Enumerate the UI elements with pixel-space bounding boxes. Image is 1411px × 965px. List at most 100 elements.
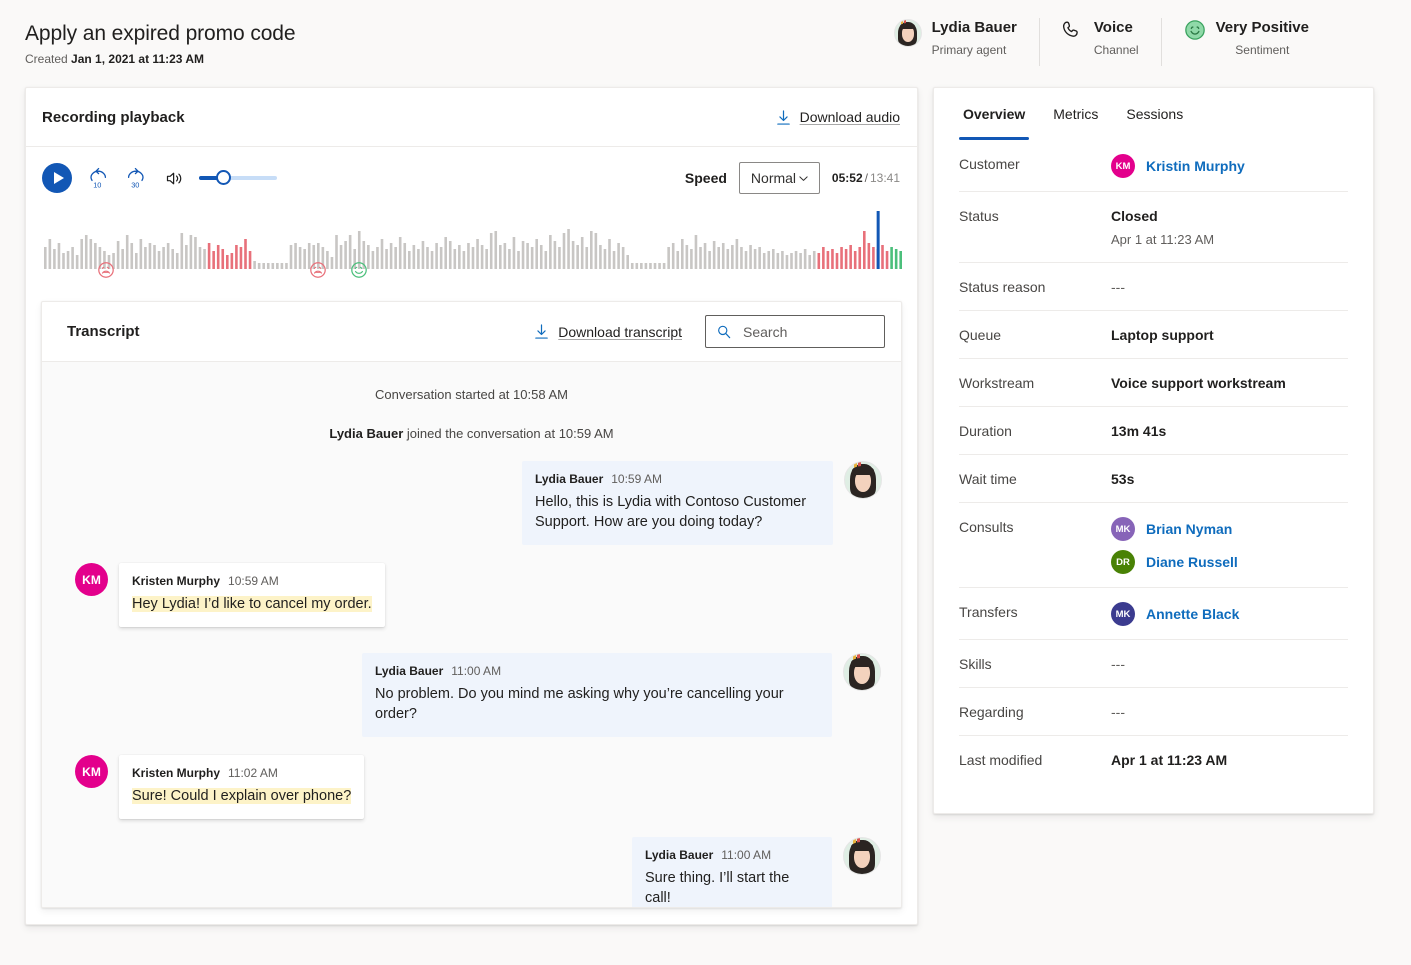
person-list: MK Annette Black: [1111, 602, 1239, 626]
detail-value: Closed: [1111, 206, 1214, 226]
person-item[interactable]: MK Annette Black: [1111, 602, 1239, 626]
play-button[interactable]: [42, 163, 72, 193]
detail-value: 13m 41s: [1111, 421, 1166, 441]
detail-value-wrap: ClosedApr 1 at 11:23 AM: [1111, 206, 1214, 249]
search-icon: [716, 324, 732, 340]
smiley-sad-icon[interactable]: [97, 261, 115, 279]
volume-icon[interactable]: [164, 168, 185, 189]
download-audio-label: Download audio: [800, 109, 900, 125]
sentiment-markers: [42, 261, 902, 283]
page-header: Apply an expired promo code Created Jan …: [0, 0, 1411, 84]
person-item[interactable]: DR Diane Russell: [1111, 550, 1238, 574]
person-name-link[interactable]: Annette Black: [1146, 606, 1239, 622]
detail-value: ---: [1111, 654, 1125, 674]
recording-title: Recording playback: [42, 109, 185, 126]
tab-metrics[interactable]: Metrics: [1049, 106, 1102, 140]
created-line: Created Jan 1, 2021 at 11:23 AM: [25, 51, 295, 67]
person-item[interactable]: KM Kristin Murphy: [1111, 154, 1245, 178]
message-text: Sure thing. I’ll start the call!: [645, 868, 819, 908]
person-name-link[interactable]: Brian Nyman: [1146, 521, 1232, 537]
avatar: DR: [1111, 550, 1135, 574]
message-header: Lydia Bauer10:59 AM: [535, 471, 820, 487]
message-bubble: Lydia Bauer10:59 AM Hello, this is Lydia …: [522, 461, 833, 545]
message-author: Kristen Murphy: [132, 766, 220, 780]
message-author: Lydia Bauer: [535, 472, 603, 486]
title-block: Apply an expired promo code Created Jan …: [25, 20, 295, 67]
transcript-message-agent: Lydia Bauer11:00 AMSure thing. I’ll star…: [42, 837, 901, 908]
detail-value-wrap: Apr 1 at 11:23 AM: [1111, 750, 1227, 770]
rewind-10-button[interactable]: 10: [86, 166, 110, 190]
message-text-wrap: Sure! Could I explain over phone?: [132, 786, 351, 806]
detail-label: Skills: [959, 654, 1111, 674]
channel-value: Voice: [1094, 18, 1139, 38]
detail-label: Consults: [959, 517, 1111, 537]
speed-select[interactable]: Normal: [739, 162, 820, 194]
waveform[interactable]: [42, 209, 902, 269]
transcript-search-box[interactable]: [705, 315, 885, 348]
detail-row-consults: ConsultsMK Brian Nyman DR Diane Russell: [959, 503, 1348, 588]
search-input[interactable]: [741, 323, 861, 341]
transcript-panel: Transcript Download transcript: [41, 301, 902, 908]
join-text: joined the conversation at 10:59 AM: [407, 426, 614, 441]
details-tabs: Overview Metrics Sessions: [934, 88, 1373, 140]
download-transcript-button[interactable]: Download transcript: [534, 323, 682, 340]
recording-playback-panel: Recording playback Download audio 10: [25, 87, 918, 925]
download-icon: [534, 323, 549, 340]
detail-row-regarding: Regarding---: [959, 688, 1348, 736]
details-panel: OverviewMetricsSessions CustomerKMKristi…: [933, 87, 1374, 814]
avatar: KM: [75, 563, 108, 596]
message-bubble: Kristen Murphy11:02 AMSure! Could I expl…: [119, 755, 364, 819]
header-primary-agent: Lydia Bauer Primary agent: [872, 18, 1039, 66]
avatar: [843, 837, 881, 875]
message-text: Hello, this is Lydia with Contoso Custom…: [535, 492, 820, 532]
person-name-link[interactable]: Diane Russell: [1146, 554, 1238, 570]
transcript-header: Transcript Download transcript: [42, 302, 901, 362]
detail-value: ---: [1111, 277, 1125, 297]
detail-value: Apr 1 at 11:23 AM: [1111, 750, 1227, 770]
transcript-message-customer: KM Kristen Murphy10:59 AMHey Lydia! I’d l…: [42, 563, 901, 627]
smiley-sad-icon[interactable]: [309, 261, 327, 279]
download-transcript-label: Download transcript: [558, 324, 682, 340]
avatar: MK: [1111, 517, 1135, 541]
message-bubble: Kristen Murphy10:59 AMHey Lydia! I’d lik…: [119, 563, 385, 627]
recording-header: Recording playback Download audio: [26, 88, 917, 147]
person-item[interactable]: MK Brian Nyman: [1111, 517, 1238, 541]
forward-30-button[interactable]: 30: [124, 166, 148, 190]
primary-agent-name: Lydia Bauer: [932, 18, 1017, 38]
transcript-system-line: Conversation started at 10:58 AM: [42, 386, 901, 404]
detail-label: Queue: [959, 325, 1111, 345]
person-name-link[interactable]: Kristin Murphy: [1146, 158, 1245, 174]
detail-row-status-reason: Status reason---: [959, 263, 1348, 311]
volume-slider[interactable]: [199, 171, 277, 185]
message-bubble: Lydia Bauer11:00 AMSure thing. I’ll star…: [632, 837, 832, 908]
chevron-down-icon: [797, 172, 810, 185]
created-value: Jan 1, 2021 at 11:23 AM: [71, 52, 204, 66]
page-title: Apply an expired promo code: [25, 20, 295, 48]
svg-text:10: 10: [93, 180, 101, 189]
message-bubble: Lydia Bauer11:00 AMNo problem. Do you mi…: [362, 653, 832, 737]
avatar: KM: [1111, 154, 1135, 178]
detail-row-queue: QueueLaptop support: [959, 311, 1348, 359]
waveform-area[interactable]: [26, 209, 917, 297]
detail-label: Workstream: [959, 373, 1111, 393]
speed-label: Speed: [685, 170, 727, 186]
detail-value: Laptop support: [1111, 325, 1214, 345]
avatar: KM: [75, 755, 108, 788]
primary-agent-label: Primary agent: [932, 42, 1017, 58]
download-audio-button[interactable]: Download audio: [776, 109, 900, 126]
message-text: Sure! Could I explain over phone?: [132, 788, 351, 804]
message-text: No problem. Do you mind me asking why yo…: [375, 684, 819, 724]
person-list: KM Kristin Murphy: [1111, 154, 1245, 178]
tab-overview[interactable]: Overview: [959, 106, 1029, 140]
message-text-wrap: Hey Lydia! I’d like to cancel my order.: [132, 594, 372, 614]
svg-text:30: 30: [131, 180, 139, 189]
tab-sessions[interactable]: Sessions: [1122, 106, 1187, 140]
avatar: MK: [1111, 602, 1135, 626]
message-time: 11:00 AM: [451, 664, 501, 678]
header-sentiment: Very Positive Sentiment: [1161, 18, 1331, 66]
detail-value-wrap: Voice support workstream: [1111, 373, 1286, 393]
smiley-happy-icon[interactable]: [350, 261, 368, 279]
time-separator: /: [865, 171, 868, 185]
detail-row-skills: Skills---: [959, 640, 1348, 688]
avatar: [843, 653, 881, 691]
